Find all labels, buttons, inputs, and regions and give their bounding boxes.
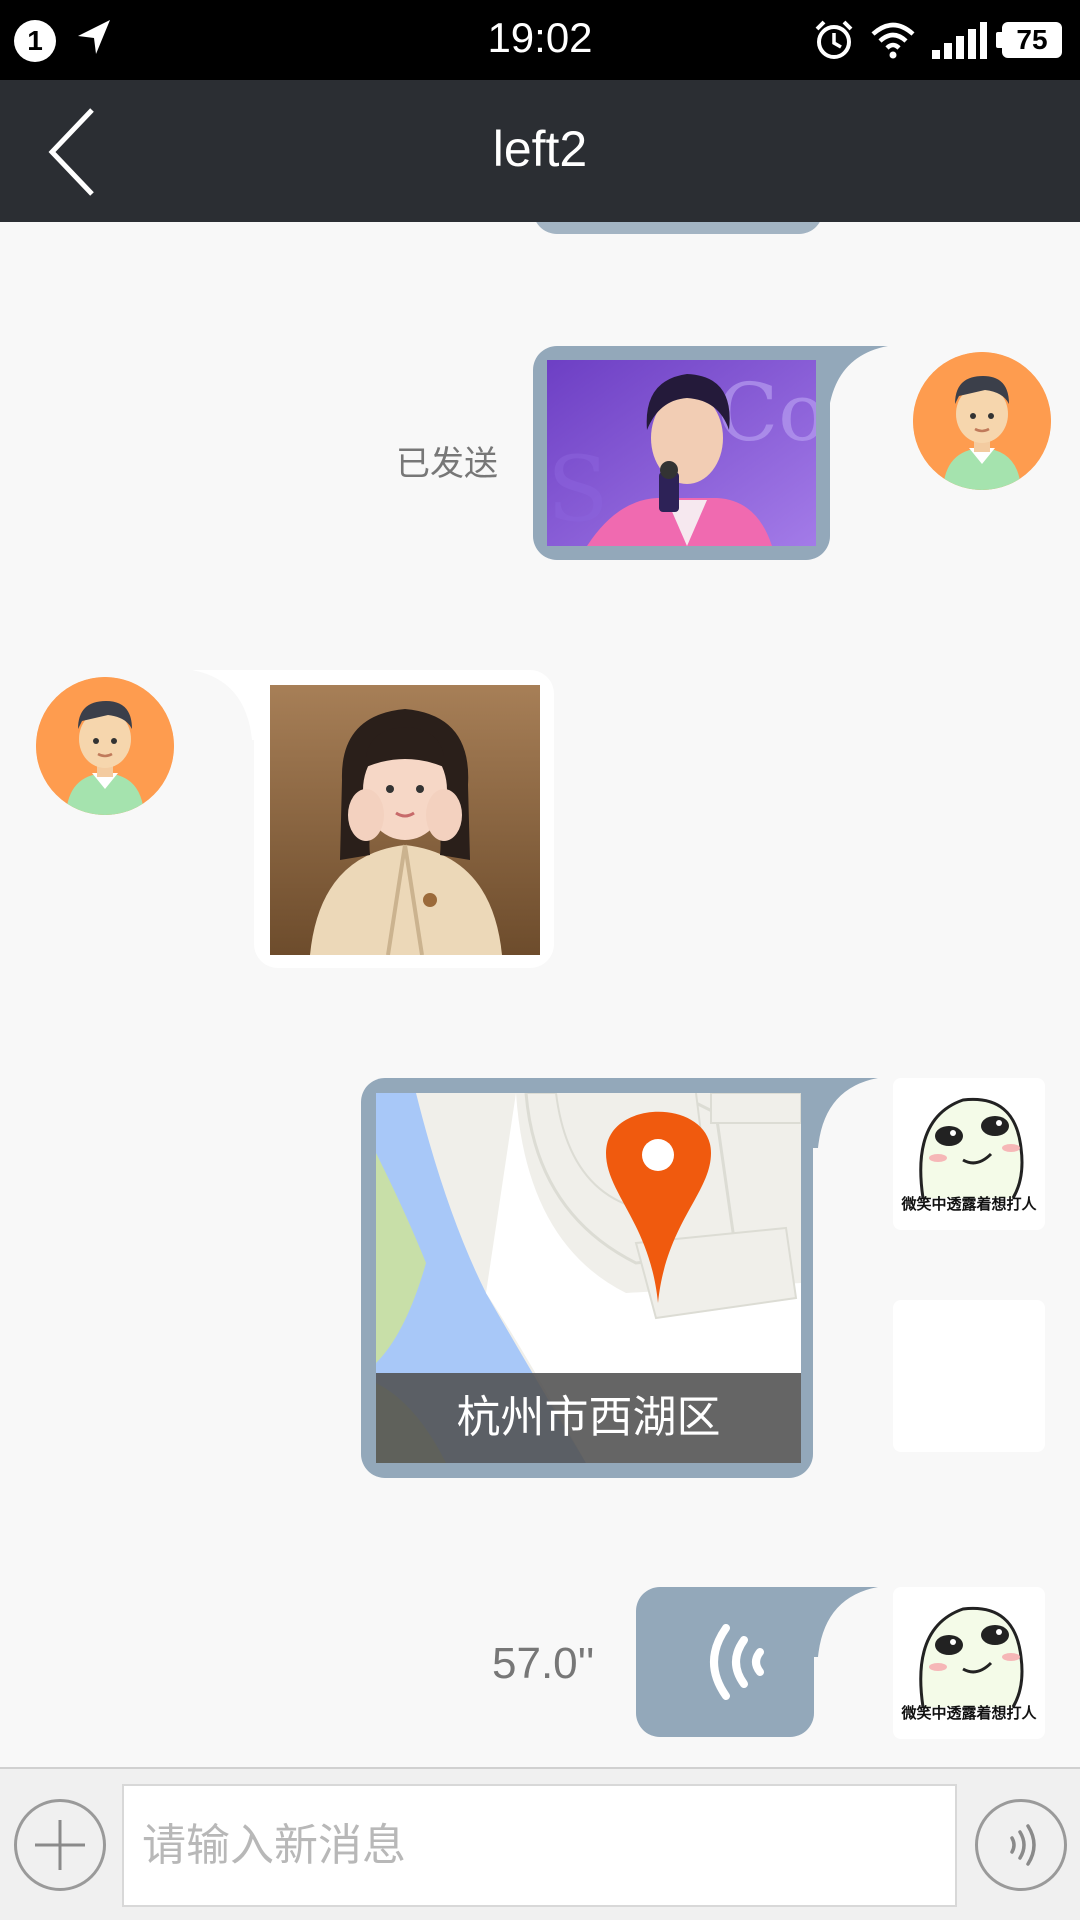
- avatar-caption: 微笑中透露着想打人: [901, 1705, 1037, 1722]
- voice-icon: [1010, 1824, 1036, 1866]
- previous-message-bubble[interactable]: [533, 222, 823, 234]
- title-bar: left2: [0, 80, 1080, 222]
- status-bar: 1 19:02 75: [0, 0, 1080, 80]
- map-preview[interactable]: 杭州市西湖区: [376, 1093, 801, 1463]
- meme-face-icon: [919, 1606, 1024, 1707]
- avatar[interactable]: [913, 352, 1051, 490]
- photo-image[interactable]: [270, 685, 540, 955]
- photo-image[interactable]: Cor S: [547, 360, 816, 546]
- meme-avatar[interactable]: 微笑中透露着想打人: [893, 1078, 1045, 1230]
- sent-status-label: 已发送: [396, 445, 498, 483]
- location-label: 杭州市西湖区: [376, 1373, 801, 1463]
- voice-record-button[interactable]: [975, 1799, 1067, 1891]
- add-attachment-button[interactable]: [14, 1799, 106, 1891]
- bubble-tail: [790, 1587, 878, 1657]
- avatar[interactable]: [36, 677, 174, 815]
- message-list[interactable]: 已发送 Cor S: [0, 222, 1080, 1767]
- plus-icon: [35, 1820, 85, 1870]
- message-input[interactable]: [122, 1784, 957, 1907]
- voice-wave-icon: [710, 1624, 764, 1700]
- voice-duration: 57.0'': [492, 1639, 595, 1688]
- input-bar: [0, 1767, 1080, 1920]
- bubble-tail: [790, 1078, 878, 1148]
- status-icons: 75: [812, 16, 1062, 64]
- wifi-icon: [871, 22, 915, 59]
- signal-icon: [932, 22, 987, 59]
- battery-icon: 75: [996, 22, 1062, 58]
- alarm-icon: [815, 20, 853, 59]
- svg-text:Cor: Cor: [717, 366, 816, 459]
- meme-face-icon: [919, 1097, 1024, 1198]
- avatar-caption: 微笑中透露着想打人: [901, 1196, 1037, 1213]
- svg-text:S: S: [547, 437, 609, 542]
- page-title: left2: [492, 121, 588, 177]
- meme-avatar[interactable]: 微笑中透露着想打人: [893, 1587, 1045, 1739]
- avatar[interactable]: [893, 1300, 1045, 1452]
